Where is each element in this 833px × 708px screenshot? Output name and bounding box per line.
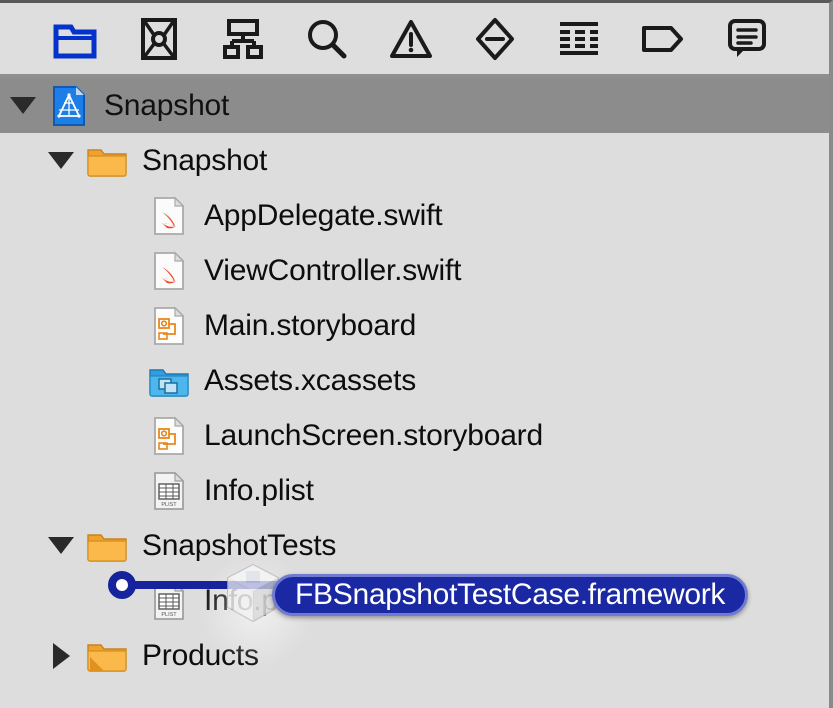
xcode-project-navigator-window: Snapshot Snapshot AppDelegate.swift View… bbox=[0, 0, 833, 708]
report-navigator-button[interactable] bbox=[724, 16, 770, 62]
folder-orange-icon bbox=[86, 635, 128, 677]
svg-text:PLIST: PLIST bbox=[161, 612, 177, 618]
navigator-toolbar bbox=[0, 3, 829, 78]
disclosure-triangle-down-icon[interactable] bbox=[10, 93, 36, 119]
tree-row-label: LaunchScreen.storyboard bbox=[204, 418, 543, 452]
tree-row-label: SnapshotTests bbox=[142, 528, 337, 562]
project-navigator-button[interactable] bbox=[52, 16, 98, 62]
tree-row-file-info-plist[interactable]: PLIST Info.plist bbox=[0, 463, 829, 518]
debug-list-icon bbox=[558, 21, 600, 57]
tree-row-label: AppDelegate.swift bbox=[204, 198, 443, 232]
breakpoint-navigator-button[interactable] bbox=[640, 16, 686, 62]
search-icon bbox=[306, 18, 348, 60]
source-control-navigator-button[interactable] bbox=[136, 16, 182, 62]
plist-icon: PLIST bbox=[148, 470, 190, 512]
disclosure-triangle-down-icon[interactable] bbox=[48, 533, 74, 559]
source-control-icon bbox=[140, 17, 178, 61]
tree-row-label: Main.storyboard bbox=[204, 308, 417, 342]
report-speech-icon bbox=[727, 18, 767, 60]
tree-row-label: Assets.xcassets bbox=[204, 363, 417, 397]
disclosure-triangle-right-icon[interactable] bbox=[48, 642, 74, 669]
tree-row-label: Info.plist bbox=[204, 473, 314, 507]
tree-row-label: Snapshot bbox=[104, 88, 230, 122]
warning-icon bbox=[389, 19, 433, 59]
find-navigator-button[interactable] bbox=[304, 16, 350, 62]
disclosure-triangle-down-icon[interactable] bbox=[48, 148, 74, 174]
project-file-tree[interactable]: Snapshot Snapshot AppDelegate.swift View… bbox=[0, 78, 829, 683]
tree-row-file-viewcontroller[interactable]: ViewController.swift bbox=[0, 243, 829, 298]
test-navigator-button[interactable] bbox=[472, 16, 518, 62]
debug-navigator-button[interactable] bbox=[556, 16, 602, 62]
folder-orange-icon bbox=[86, 525, 128, 567]
svg-text:PLIST: PLIST bbox=[161, 502, 177, 508]
tree-row-group-products[interactable]: Products bbox=[0, 628, 829, 683]
breakpoint-tag-icon bbox=[641, 24, 685, 54]
plist-icon: PLIST bbox=[148, 580, 190, 622]
tree-row-label: Info.plist bbox=[204, 583, 314, 617]
tree-row-file-assets[interactable]: Assets.xcassets bbox=[0, 353, 829, 408]
swift-file-icon bbox=[148, 195, 190, 237]
hierarchy-icon bbox=[221, 18, 265, 60]
tree-row-project[interactable]: Snapshot bbox=[0, 78, 829, 133]
symbol-navigator-button[interactable] bbox=[220, 16, 266, 62]
tree-row-label: Products bbox=[142, 638, 259, 672]
folder-icon bbox=[53, 19, 97, 59]
tree-row-group-snapshottests[interactable]: SnapshotTests bbox=[0, 518, 829, 573]
tree-row-file-tests-info-plist[interactable]: PLIST Info.plist bbox=[0, 573, 829, 628]
xcode-project-icon bbox=[48, 85, 90, 127]
tree-row-label: Snapshot bbox=[142, 143, 268, 177]
tree-row-file-appdelegate[interactable]: AppDelegate.swift bbox=[0, 188, 829, 243]
tree-row-file-launchscreen[interactable]: LaunchScreen.storyboard bbox=[0, 408, 829, 463]
issue-navigator-button[interactable] bbox=[388, 16, 434, 62]
tree-row-file-main-storyboard[interactable]: Main.storyboard bbox=[0, 298, 829, 353]
swift-file-icon bbox=[148, 250, 190, 292]
xcassets-icon bbox=[148, 360, 190, 402]
folder-orange-icon bbox=[86, 140, 128, 182]
storyboard-icon bbox=[148, 305, 190, 347]
test-diamond-icon bbox=[475, 17, 515, 61]
tree-row-group-snapshot[interactable]: Snapshot bbox=[0, 133, 829, 188]
storyboard-icon bbox=[148, 415, 190, 457]
tree-row-label: ViewController.swift bbox=[204, 253, 462, 287]
